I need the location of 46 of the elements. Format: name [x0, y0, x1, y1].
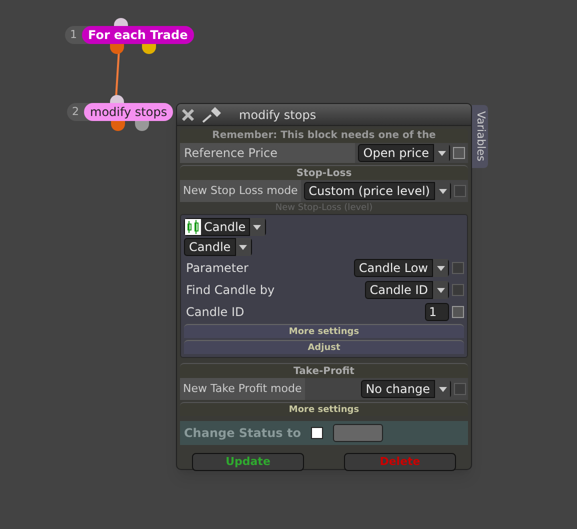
- section-bar[interactable]: More settings: [184, 324, 464, 338]
- node-number: 2: [71, 104, 80, 120]
- caret-icon: [234, 238, 251, 256]
- dropdown[interactable]: Candle: [184, 238, 252, 256]
- input-port[interactable]: [114, 18, 128, 26]
- checkbox[interactable]: [454, 185, 466, 197]
- caret-icon: [432, 281, 448, 299]
- section-bar[interactable]: More settings: [180, 402, 468, 416]
- variables-tab[interactable]: Variables: [472, 105, 488, 168]
- field-label: New Stop Loss mode: [182, 182, 299, 199]
- dropdown[interactable]: Candle ID: [364, 281, 449, 299]
- node-number: 1: [69, 26, 78, 43]
- checkbox[interactable]: [452, 306, 464, 318]
- field-label: Find Candle by: [186, 282, 275, 299]
- field-label: Change Status to: [184, 425, 301, 442]
- checkbox[interactable]: [454, 383, 466, 395]
- field-label: Reference Price: [183, 145, 279, 162]
- update-button[interactable]: Update: [192, 453, 304, 471]
- checkbox[interactable]: [453, 147, 465, 159]
- output-port[interactable]: [111, 121, 125, 131]
- input-port[interactable]: [110, 95, 124, 103]
- panel-title: modify stops: [239, 106, 316, 124]
- number-field[interactable]: 1: [425, 303, 449, 321]
- dropdown[interactable]: Custom (price level): [304, 182, 451, 200]
- close-icon[interactable]: [181, 108, 195, 122]
- node-label[interactable]: modify stops: [84, 103, 174, 121]
- caret-icon: [432, 259, 448, 277]
- checkbox[interactable]: [452, 262, 464, 274]
- output-port[interactable]: [110, 44, 124, 54]
- candlestick-icon: [185, 219, 201, 235]
- field-label: Parameter: [186, 260, 248, 277]
- section-header: Stop-Loss: [180, 165, 468, 180]
- section-bar[interactable]: Adjust: [184, 340, 464, 354]
- dropdown[interactable]: Open price: [358, 144, 450, 162]
- output-port[interactable]: [135, 121, 149, 131]
- field-label: New Take Profit mode: [182, 380, 303, 397]
- dropdown[interactable]: Candle Low: [354, 259, 449, 277]
- node-label[interactable]: For each Trade: [82, 26, 194, 44]
- caret-icon: [248, 218, 265, 236]
- dropdown[interactable]: No change: [360, 380, 451, 398]
- dropdown[interactable]: Candle: [184, 218, 266, 236]
- checkbox[interactable]: [452, 284, 464, 296]
- checkbox[interactable]: [310, 427, 323, 439]
- status-field[interactable]: [332, 424, 383, 442]
- field-label: Candle ID: [186, 304, 244, 321]
- output-port[interactable]: [142, 44, 156, 54]
